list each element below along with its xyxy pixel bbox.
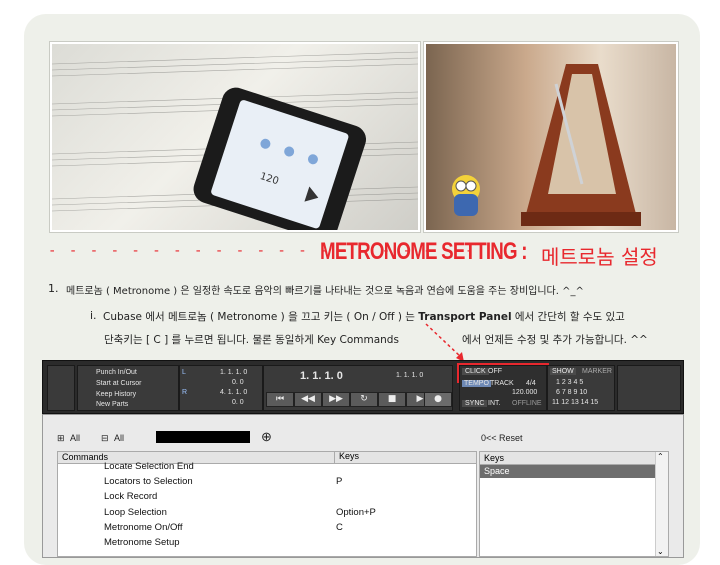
show-button[interactable]: SHOW bbox=[550, 368, 576, 375]
paragraph-2-part1: Cubase 에서 메트로놈 ( Metronome ) 을 끄고 키는 ( O… bbox=[103, 311, 419, 323]
search-zoom-icon[interactable]: ⊕ bbox=[261, 429, 272, 445]
list-number-i: i. bbox=[90, 309, 97, 322]
expand-all-label[interactable]: All bbox=[70, 433, 80, 443]
section-heading: - - - - - - - - - - - - - - - - - - - - … bbox=[48, 238, 683, 272]
keys-header-label: Keys bbox=[484, 453, 505, 463]
collapse-all-label[interactable]: All bbox=[114, 433, 124, 443]
keys-scrollbar[interactable]: ⌃ ⌄ bbox=[655, 452, 668, 556]
stop-button[interactable]: ■ bbox=[378, 392, 406, 407]
fast-forward-button[interactable]: ▶▶ bbox=[322, 392, 350, 407]
metronome-illustration bbox=[452, 64, 641, 226]
keys-list-item-selected[interactable]: Space bbox=[480, 465, 655, 478]
marker-label: MARKER bbox=[582, 368, 612, 375]
command-key: P bbox=[336, 476, 343, 487]
left-locator-value[interactable]: 1. 1. 1. 0 bbox=[220, 369, 247, 376]
scroll-down-icon[interactable]: ⌄ bbox=[657, 547, 664, 556]
command-key: Option+P bbox=[336, 507, 376, 518]
click-button[interactable]: CLICK bbox=[462, 368, 489, 375]
sync-offline: OFFLINE bbox=[512, 400, 542, 407]
search-field[interactable] bbox=[156, 431, 250, 443]
keys-list-header: Keys bbox=[480, 452, 655, 465]
command-name: Locators to Selection bbox=[104, 476, 193, 487]
command-name: Metronome Setup bbox=[104, 537, 180, 548]
sync-int: INT. bbox=[488, 400, 501, 407]
paragraph-3a: 단축키는 [ C ] 를 누르면 됩니다. 물론 동일하게 Key Comman… bbox=[104, 332, 399, 347]
list-number-1: 1. bbox=[48, 282, 59, 295]
right-locator-value[interactable]: 4. 1. 1. 0 bbox=[220, 389, 247, 396]
assigned-keys-list: Keys Space ⌃ ⌄ bbox=[479, 451, 669, 557]
click-state: OFF bbox=[488, 368, 502, 375]
left-locator-button[interactable]: L bbox=[182, 369, 186, 376]
expand-all-icon[interactable]: ⊞ bbox=[57, 433, 65, 444]
cycle-button[interactable]: ↻ bbox=[350, 392, 378, 407]
time-signature: 4/4 bbox=[526, 380, 536, 387]
command-name: Lock Record bbox=[104, 491, 158, 502]
transport-panel: Punch In/Out Start at Cursor Keep Histor… bbox=[42, 360, 684, 414]
marker-section: SHOW MARKER 1 2 3 4 5 6 7 8 9 10 11 12 1… bbox=[547, 365, 615, 411]
metronome-photo bbox=[424, 42, 678, 232]
command-name: Metronome On/Off bbox=[104, 522, 183, 533]
record-mode-section: Punch In/Out Start at Cursor Keep Histor… bbox=[77, 365, 179, 411]
command-name: Loop Selection bbox=[104, 507, 167, 518]
tempo-section: CLICK OFF TEMPO TRACK 4/4 120.000 SYNC I… bbox=[459, 365, 547, 411]
table-row[interactable]: Loop Selection Option+P bbox=[58, 507, 476, 522]
paragraph-3-bold: Key Commands bbox=[317, 334, 399, 346]
paragraph-1: 메트로놈 ( Metronome ) 은 일정한 속도로 음악의 빠르기를 나타… bbox=[66, 286, 584, 297]
tempo-bpm: 120.000 bbox=[512, 389, 538, 396]
rewind-button[interactable]: ◀◀ bbox=[294, 392, 322, 407]
paragraph-3-part1: 단축키는 [ C ] 를 누르면 됩니다. 물론 동일하게 bbox=[104, 334, 318, 346]
record-button[interactable]: ● bbox=[424, 392, 452, 407]
table-row[interactable]: Lock Record bbox=[58, 491, 476, 506]
sync-button[interactable]: SYNC bbox=[462, 400, 488, 407]
reset-button[interactable]: 0<< Reset bbox=[481, 433, 523, 443]
commands-table: Commands Keys Locate Selection End Locat… bbox=[57, 451, 477, 557]
table-row[interactable]: Locate Selection End bbox=[58, 461, 476, 476]
new-parts[interactable]: New Parts bbox=[96, 401, 128, 408]
sheet-music-phone-photo: 120 bbox=[50, 42, 420, 232]
command-name: Locate Selection End bbox=[104, 461, 194, 472]
go-to-start-button[interactable]: ⏮ bbox=[266, 392, 294, 407]
level-meter bbox=[47, 365, 75, 411]
track-label: TRACK bbox=[490, 380, 514, 387]
marker-buttons-row3[interactable]: 11 12 13 14 15 bbox=[552, 399, 598, 406]
table-row[interactable]: Locators to Selection P bbox=[58, 476, 476, 491]
right-locator-offset: 0. 0 bbox=[232, 399, 244, 406]
table-row[interactable]: Metronome On/Off C bbox=[58, 522, 476, 537]
sheet-music-phone-illustration: 120 bbox=[52, 51, 418, 230]
tempo-button[interactable]: TEMPO bbox=[462, 380, 491, 387]
start-at-cursor[interactable]: Start at Cursor bbox=[96, 380, 142, 387]
scroll-up-icon[interactable]: ⌃ bbox=[657, 452, 664, 461]
secondary-position[interactable]: 1. 1. 1. 0 bbox=[396, 372, 423, 379]
locators-section: L 1. 1. 1. 0 0. 0 R 4. 1. 1. 0 0. 0 bbox=[179, 365, 263, 411]
left-locator-offset: 0. 0 bbox=[232, 379, 244, 386]
heading-subtitle: 메트로놈 설정 bbox=[541, 245, 658, 269]
collapse-all-icon[interactable]: ⊟ bbox=[101, 433, 109, 444]
command-key: C bbox=[336, 522, 343, 533]
right-locator-button[interactable]: R bbox=[182, 389, 187, 396]
key-commands-panel: ⊞ All ⊟ All ⊕ 0<< Reset Commands Keys Lo… bbox=[42, 414, 684, 558]
transport-controls: 1. 1. 1. 0 1. 1. 1. 0 ⏮ ◀◀ ▶▶ ↻ ■ ▶ ● bbox=[263, 365, 453, 411]
keys-item-label: Space bbox=[484, 466, 510, 476]
primary-position[interactable]: 1. 1. 1. 0 bbox=[300, 370, 343, 382]
marker-buttons-row1[interactable]: 1 2 3 4 5 bbox=[556, 379, 583, 386]
paragraph-3b: 에서 언제든 수정 및 추가 가능합니다. ^^ bbox=[462, 334, 648, 346]
keep-history[interactable]: Keep History bbox=[96, 391, 136, 398]
table-row[interactable]: Metronome Setup bbox=[58, 537, 476, 552]
paragraph-2: Cubase 에서 메트로놈 ( Metronome ) 을 끄고 키는 ( O… bbox=[103, 309, 625, 324]
marker-buttons-row2[interactable]: 6 7 8 9 10 bbox=[556, 389, 587, 396]
punch-in-out[interactable]: Punch In/Out bbox=[96, 369, 137, 376]
output-meter bbox=[617, 365, 681, 411]
paragraph-2-part2: 에서 간단히 할 수도 있고 bbox=[511, 311, 625, 323]
heading-title: METRONOME SETTING : bbox=[320, 238, 527, 265]
